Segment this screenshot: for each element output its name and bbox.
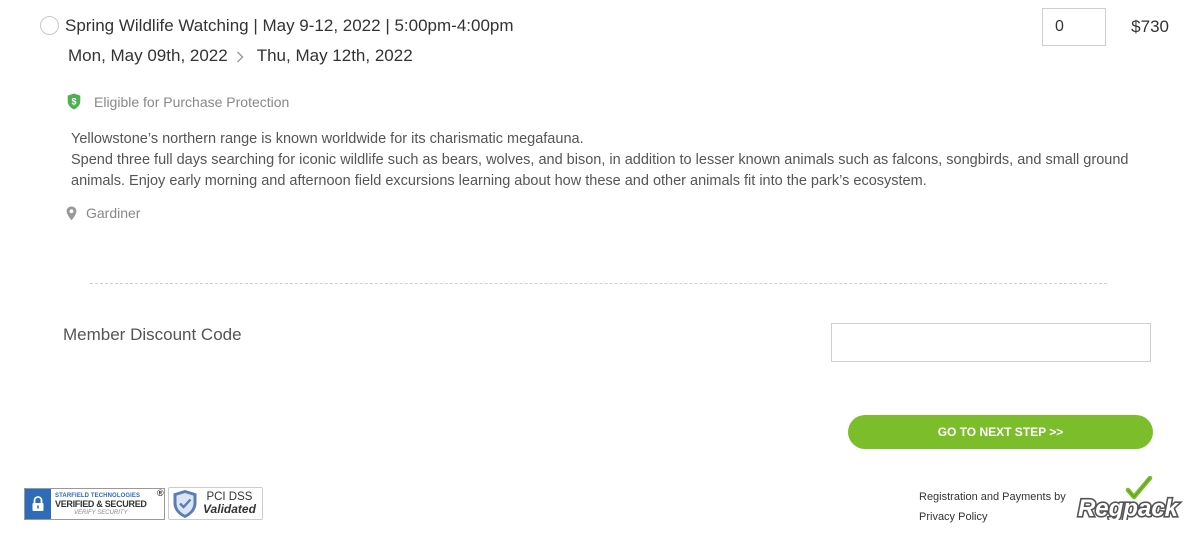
end-date: Thu, May 12th, 2022 bbox=[256, 46, 413, 65]
starfield-verify-link: VERIFY SECURITY bbox=[74, 509, 128, 516]
registered-mark: ® bbox=[157, 488, 164, 498]
purchase-protection: $ Eligible for Purchase Protection bbox=[67, 93, 289, 110]
description-line: Yellowstone’s northern range is known wo… bbox=[71, 131, 584, 147]
starfield-verified: VERIFIED & SECURED bbox=[55, 498, 147, 509]
discount-code-input[interactable] bbox=[831, 323, 1151, 362]
shield-dollar-icon: $ bbox=[67, 93, 81, 110]
map-pin-icon bbox=[66, 206, 77, 220]
event-price: $730 bbox=[1131, 17, 1169, 36]
shield-check-icon bbox=[173, 489, 197, 518]
regpack-logo-text: Regpack bbox=[1078, 495, 1180, 520]
event-select-radio[interactable] bbox=[40, 16, 59, 35]
description-line: Spend three full days searching for icon… bbox=[71, 152, 1129, 189]
section-divider bbox=[90, 283, 1107, 284]
regpack-logo[interactable]: Regpack bbox=[1070, 476, 1186, 520]
registration-credit: Registration and Payments by bbox=[919, 491, 1066, 503]
starfield-company: STARFIELD TECHNOLOGIES bbox=[55, 492, 141, 499]
chevron-right-icon bbox=[228, 46, 252, 66]
event-location: Gardiner bbox=[66, 205, 140, 221]
starfield-security-badge[interactable]: STARFIELD TECHNOLOGIES VERIFIED & SECURE… bbox=[24, 488, 165, 520]
quantity-input[interactable] bbox=[1042, 8, 1106, 46]
event-description: Yellowstone’s northern range is known wo… bbox=[71, 129, 1166, 192]
discount-code-label: Member Discount Code bbox=[63, 325, 242, 344]
start-date: Mon, May 09th, 2022 bbox=[68, 46, 228, 65]
location-label: Gardiner bbox=[86, 205, 141, 221]
privacy-policy-link[interactable]: Privacy Policy bbox=[919, 511, 987, 523]
lock-icon bbox=[25, 489, 51, 519]
svg-text:$: $ bbox=[71, 97, 76, 107]
event-dates: Mon, May 09th, 2022 Thu, May 12th, 2022 bbox=[68, 46, 413, 66]
protection-label: Eligible for Purchase Protection bbox=[94, 93, 290, 110]
event-title: Spring Wildlife Watching | May 9-12, 202… bbox=[65, 16, 514, 35]
pci-line2: Validated bbox=[203, 502, 256, 517]
pci-dss-badge: PCI DSS Validated bbox=[168, 487, 263, 520]
next-step-button[interactable]: GO TO NEXT STEP >> bbox=[848, 415, 1153, 449]
